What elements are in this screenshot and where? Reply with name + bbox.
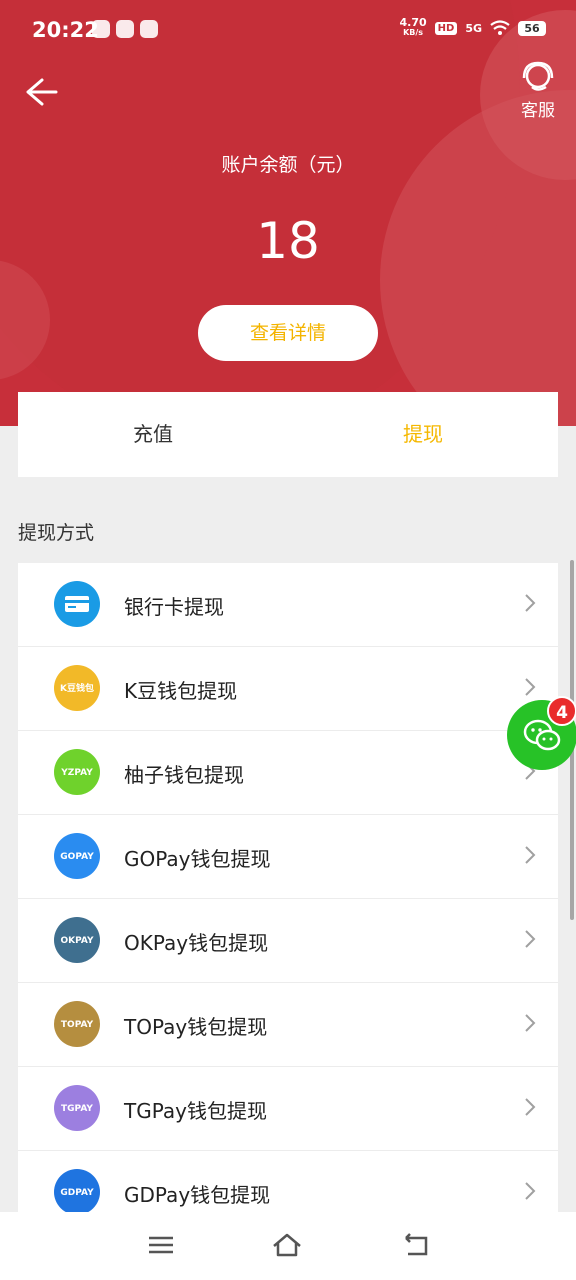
withdraw-method-item[interactable]: 银行卡提现 [18,563,558,647]
logo-text: GOPAY [60,852,94,862]
yzpay-logo: YZPAY [54,749,100,795]
section-title: 提现方式 [18,522,95,544]
logo-text: OKPAY [60,936,94,946]
system-nav-bar [0,1212,576,1280]
back-arrow-icon[interactable] [20,72,60,112]
chevron-right-icon [525,846,536,864]
chevron-right-icon [525,1014,536,1032]
withdraw-method-item[interactable]: GOPAY GOPay钱包提现 [18,815,558,899]
tab-recharge[interactable]: 充值 [18,392,288,477]
view-details-button[interactable]: 查看详情 [198,305,378,361]
balance-value: 18 [256,212,320,270]
logo-text: TOPAY [60,1020,94,1030]
app-notification-icon [140,20,158,38]
logo-text: K豆钱包 [60,684,94,694]
menu-icon[interactable] [145,1230,177,1260]
status-right: 4.70 KB/s HD 5G 56 [399,16,546,38]
back-nav-icon[interactable] [400,1230,432,1260]
withdraw-method-item[interactable]: TOPAY TOPay钱包提现 [18,983,558,1067]
gdpay-logo: GDPAY [54,1169,100,1215]
chevron-right-icon [525,1182,536,1200]
battery-icon: 56 [518,20,546,36]
status-time: 20:22 [32,18,99,42]
logo-text: YZPAY [61,768,93,778]
tgpay-logo: TGPAY [54,1085,100,1131]
home-icon[interactable] [271,1230,303,1260]
kdou-wallet-logo: K豆钱包 [54,665,100,711]
withdraw-method-label: 银行卡提现 [124,595,224,619]
withdraw-method-label: TOPay钱包提现 [124,1015,268,1039]
signal-icon: 5G [465,21,482,35]
withdraw-method-label: OKPay钱包提现 [124,931,269,955]
net-speed: 4.70 KB/s [399,16,427,37]
topay-logo: TOPAY [54,1001,100,1047]
withdraw-method-item[interactable]: YZPAY 柚子钱包提现 [18,731,558,815]
tab-withdraw[interactable]: 提现 [288,392,558,477]
logo-text: TGPAY [61,1104,93,1114]
wechat-notification-icon [92,20,110,38]
customer-service-button[interactable]: 客服 [512,60,564,121]
chevron-right-icon [525,930,536,948]
balance-label: 账户余额（元） [221,154,355,176]
logo-text: GDPAY [60,1188,94,1198]
withdraw-method-label: GOPay钱包提现 [124,847,271,871]
headset-icon [522,61,554,91]
hd-icon: HD [434,21,458,35]
withdraw-method-label: K豆钱包提现 [124,679,238,703]
bank-card-icon [54,581,100,627]
okpay-logo: OKPAY [54,917,100,963]
weibo-notification-icon [116,20,134,38]
status-bar: 20:22 4.70 KB/s HD 5G 56 [0,0,576,60]
chevron-right-icon [525,594,536,612]
chevron-right-icon [525,1098,536,1116]
withdraw-method-label: GDPay钱包提现 [124,1183,271,1207]
notification-icons [92,20,158,38]
chat-unread-badge: 4 [547,696,576,726]
withdraw-method-item[interactable]: TGPAY TGPay钱包提现 [18,1067,558,1151]
withdraw-method-label: 柚子钱包提现 [124,763,244,787]
withdraw-method-label: TGPay钱包提现 [124,1099,267,1123]
withdraw-method-list: 银行卡提现 K豆钱包 K豆钱包提现 YZPAY 柚子钱包提现 GOPAY GOPay钱包提现… [18,563,558,1235]
wifi-icon [490,20,510,35]
chat-float-button[interactable]: 4 [507,696,576,770]
customer-service-label: 客服 [521,101,555,121]
withdraw-method-item[interactable]: K豆钱包 K豆钱包提现 [18,647,558,731]
withdraw-method-item[interactable]: OKPAY OKPay钱包提现 [18,899,558,983]
chevron-right-icon [525,678,536,696]
header-banner: 20:22 4.70 KB/s HD 5G 56 客服 账户余额（元） 18 查… [0,0,576,426]
gopay-logo: GOPAY [54,833,100,879]
tab-bar: 充值 提现 [18,392,558,477]
